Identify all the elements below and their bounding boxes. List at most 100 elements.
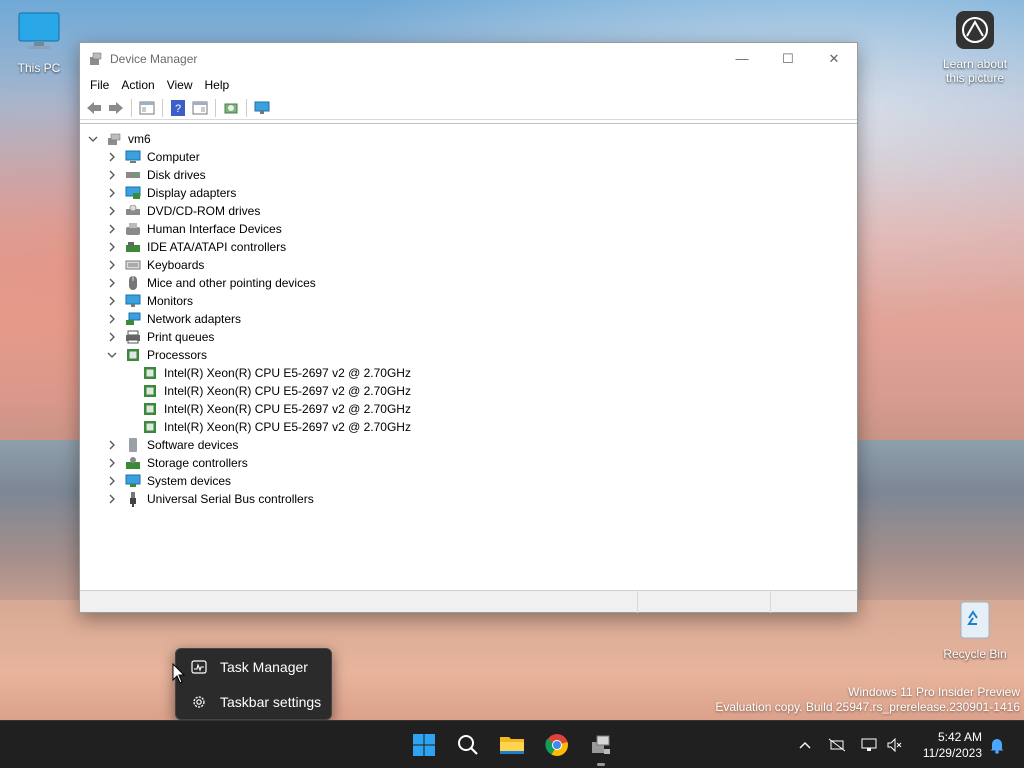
clock-date: 11/29/2023 [922, 746, 982, 760]
menu-file[interactable]: File [84, 78, 115, 92]
chevron-right-icon[interactable] [106, 187, 118, 199]
properties-icon[interactable] [137, 98, 157, 118]
watermark-line-2: Evaluation copy. Build 25947.rs_prerelea… [715, 700, 1020, 714]
title-bar[interactable]: Device Manager — ☐ ✕ [80, 43, 857, 74]
tree-category[interactable]: System devices [106, 472, 231, 490]
tree-node-label: Display adapters [147, 186, 237, 200]
forward-arrow-icon[interactable] [106, 98, 126, 118]
chevron-right-icon[interactable] [106, 223, 118, 235]
tree-category[interactable]: Processors [106, 346, 207, 364]
evaluation-watermark: Windows 11 Pro Insider Preview Evaluatio… [715, 685, 1020, 715]
start-icon[interactable] [407, 729, 441, 761]
network-off-icon[interactable] [822, 729, 852, 761]
help-icon[interactable]: ? [168, 98, 188, 118]
close-button[interactable]: ✕ [811, 43, 857, 74]
tree-category[interactable]: Display adapters [106, 184, 236, 202]
view-icon[interactable] [190, 98, 210, 118]
menu-bar: File Action View Help [80, 74, 857, 96]
chevron-right-icon[interactable] [106, 205, 118, 217]
tree-node-label: Disk drives [147, 168, 206, 182]
chevron-right-icon[interactable] [106, 169, 118, 181]
file-explorer-icon[interactable] [495, 729, 529, 761]
chevron-right-icon[interactable] [106, 439, 118, 451]
search-icon[interactable] [451, 729, 485, 761]
gear-icon [190, 693, 208, 711]
tree-node-label: Computer [147, 150, 200, 164]
clock-time: 5:42 AM [937, 730, 982, 744]
tree-device[interactable]: Intel(R) Xeon(R) CPU E5-2697 v2 @ 2.70GH… [142, 364, 411, 382]
desktop-icon-learn-picture[interactable]: Learn about this picture [938, 10, 1012, 85]
desktop-icon-recycle-bin[interactable]: Recycle Bin [938, 596, 1012, 661]
tree-node-label: Storage controllers [147, 456, 248, 470]
chevron-up-icon[interactable] [790, 729, 820, 761]
hid-icon [125, 221, 141, 237]
chevron-right-icon[interactable] [106, 295, 118, 307]
chevron-right-icon[interactable] [106, 331, 118, 343]
device-manager-icon[interactable] [584, 729, 618, 761]
tree-category[interactable]: IDE ATA/ATAPI controllers [106, 238, 286, 256]
menu-help[interactable]: Help [199, 78, 236, 92]
volume-muted-icon[interactable] [880, 729, 910, 761]
tree-root[interactable]: vm6 [87, 130, 151, 148]
tree-category[interactable]: Human Interface Devices [106, 220, 282, 238]
tree-category[interactable]: Software devices [106, 436, 238, 454]
monitor-toolbar-icon[interactable] [252, 98, 272, 118]
task-manager-label: Task Manager [220, 658, 308, 675]
tree-device[interactable]: Intel(R) Xeon(R) CPU E5-2697 v2 @ 2.70GH… [142, 382, 411, 400]
notification-bell-icon[interactable] [984, 729, 1010, 761]
tree-node-label: System devices [147, 474, 232, 488]
desktop-icon-this-pc[interactable]: This PC [2, 10, 76, 75]
tree-node-label: Intel(R) Xeon(R) CPU E5-2697 v2 @ 2.70GH… [164, 420, 411, 434]
tree-category[interactable]: DVD/CD-ROM drives [106, 202, 260, 220]
tree-category[interactable]: Print queues [106, 328, 214, 346]
scan-hardware-icon[interactable] [221, 98, 241, 118]
menu-action[interactable]: Action [115, 78, 160, 92]
maximize-button[interactable]: ☐ [765, 43, 811, 74]
tree-node-label: DVD/CD-ROM drives [147, 204, 261, 218]
tree-category[interactable]: Storage controllers [106, 454, 248, 472]
menu-item-taskbar-settings[interactable]: Taskbar settings [176, 684, 331, 719]
tree-device[interactable]: Intel(R) Xeon(R) CPU E5-2697 v2 @ 2.70GH… [142, 418, 411, 436]
tree-category[interactable]: Computer [106, 148, 200, 166]
clock[interactable]: 5:42 AM 11/29/2023 [923, 729, 982, 761]
tree-category[interactable]: Network adapters [106, 310, 241, 328]
chevron-right-icon[interactable] [106, 493, 118, 505]
device-tree[interactable]: vm6 Computer Disk drives Display adapters DV… [80, 123, 857, 590]
ide-controller-icon [125, 239, 141, 255]
tree-node-label: Monitors [147, 294, 194, 308]
tree-category[interactable]: Disk drives [106, 166, 206, 184]
mouse-icon [125, 275, 141, 291]
mouse-cursor-icon [172, 662, 186, 688]
minimize-button[interactable]: — [719, 43, 765, 74]
menu-item-task-manager[interactable]: Task Manager [176, 649, 331, 684]
back-arrow-icon[interactable] [84, 98, 104, 118]
chrome-icon[interactable] [540, 729, 574, 761]
chevron-right-icon[interactable] [106, 259, 118, 271]
tree-category[interactable]: Universal Serial Bus controllers [106, 490, 314, 508]
tree-node-label: Keyboards [147, 258, 205, 272]
chevron-right-icon[interactable] [106, 241, 118, 253]
learn-picture-label: Learn about this picture [942, 57, 1008, 85]
device-manager-window[interactable]: Device Manager — ☐ ✕ File Action View He… [79, 42, 858, 613]
chevron-right-icon[interactable] [106, 457, 118, 469]
toolbar-separator [162, 98, 163, 117]
chevron-right-icon[interactable] [106, 313, 118, 325]
tree-node-label: Print queues [147, 330, 215, 344]
taskbar-context-menu: Task Manager Taskbar settings [175, 648, 332, 720]
processor-icon [142, 365, 158, 381]
tree-node-label: IDE ATA/ATAPI controllers [147, 240, 287, 254]
software-device-icon [125, 437, 141, 453]
chevron-right-icon[interactable] [106, 277, 118, 289]
chevron-down-icon[interactable] [87, 133, 99, 145]
chevron-down-icon[interactable] [106, 349, 118, 361]
tree-node-label: Intel(R) Xeon(R) CPU E5-2697 v2 @ 2.70GH… [164, 402, 411, 416]
processor-icon [142, 419, 158, 435]
window-title: Device Manager [110, 51, 198, 66]
tree-category[interactable]: Monitors [106, 292, 193, 310]
tree-category[interactable]: Mice and other pointing devices [106, 274, 316, 292]
chevron-right-icon[interactable] [106, 151, 118, 163]
tree-category[interactable]: Keyboards [106, 256, 204, 274]
menu-view[interactable]: View [161, 78, 199, 92]
chevron-right-icon[interactable] [106, 475, 118, 487]
tree-device[interactable]: Intel(R) Xeon(R) CPU E5-2697 v2 @ 2.70GH… [142, 400, 411, 418]
